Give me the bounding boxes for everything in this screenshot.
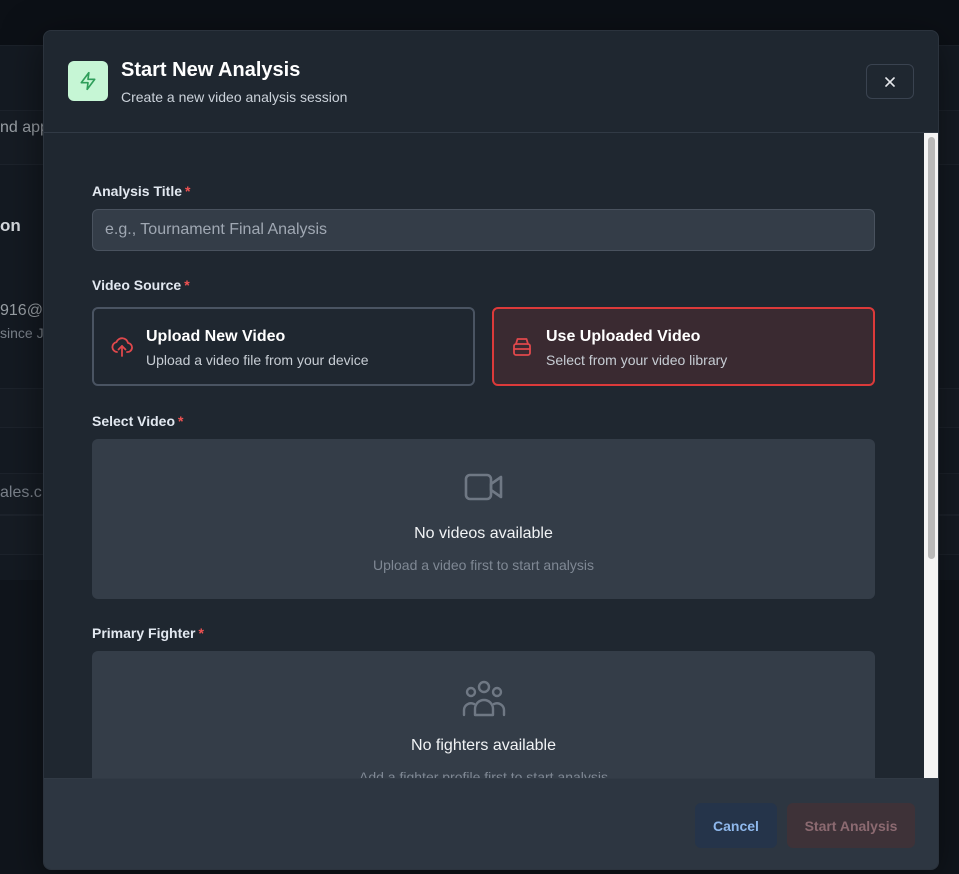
upload-new-video-title: Upload New Video (146, 328, 286, 345)
analysis-title-label-text: Analysis Title (92, 183, 183, 199)
select-video-label: Select Video * (92, 413, 183, 429)
analysis-title-label: Analysis Title * (92, 183, 190, 199)
analysis-title-input[interactable] (92, 209, 875, 251)
modal-header: Start New Analysis Create a new video an… (44, 31, 938, 133)
cloud-upload-icon (111, 337, 133, 357)
close-icon (885, 76, 895, 87)
video-camera-icon (464, 473, 503, 501)
use-uploaded-video-option[interactable]: Use Uploaded Video Select from your vide… (492, 307, 875, 386)
no-fighters-description: Add a fighter profile first to start ana… (359, 769, 608, 778)
use-uploaded-video-title: Use Uploaded Video (546, 328, 701, 345)
required-marker: * (198, 625, 204, 641)
no-videos-description: Upload a video first to start analysis (373, 557, 594, 573)
background-text: nd app (0, 119, 49, 136)
cancel-button[interactable]: Cancel (695, 803, 777, 848)
select-video-label-text: Select Video (92, 413, 176, 429)
required-marker: * (184, 277, 190, 293)
close-button[interactable] (866, 64, 914, 99)
scrollbar-thumb[interactable] (928, 137, 935, 559)
archive-box-icon (513, 338, 531, 356)
background-text: 916@ (0, 302, 43, 319)
upload-new-video-description: Upload a video file from your device (146, 352, 369, 368)
no-videos-title: No videos available (414, 525, 553, 542)
start-analysis-modal: Start New Analysis Create a new video an… (43, 30, 939, 870)
upload-new-video-option[interactable]: Upload New Video Upload a video file fro… (92, 307, 475, 386)
modal-body[interactable]: Analysis Title* Video Source* Upload New… (44, 133, 924, 778)
user-group-icon (462, 680, 506, 717)
modal-subtitle: Create a new video analysis session (121, 89, 348, 105)
video-source-label: Video Source * (92, 277, 190, 293)
start-analysis-button[interactable]: Start Analysis (787, 803, 915, 848)
modal-title: Start New Analysis (121, 59, 301, 81)
video-empty-state: No videos available Upload a video first… (92, 439, 875, 599)
lightning-bolt-icon (68, 61, 108, 101)
primary-fighter-label: Primary Fighter * (92, 625, 204, 641)
modal-footer: Cancel Start Analysis (44, 778, 938, 869)
required-marker: * (178, 413, 184, 429)
primary-fighter-label-text: Primary Fighter (92, 625, 196, 641)
background-text: on (0, 216, 21, 235)
use-uploaded-video-description: Select from your video library (546, 352, 728, 368)
background-text: ales.c (0, 484, 42, 501)
video-source-label-text: Video Source (92, 277, 182, 293)
fighter-empty-state: No fighters available Add a fighter prof… (92, 651, 875, 778)
required-marker: * (185, 183, 191, 199)
no-fighters-title: No fighters available (411, 737, 556, 754)
background-text: since J (0, 325, 44, 341)
